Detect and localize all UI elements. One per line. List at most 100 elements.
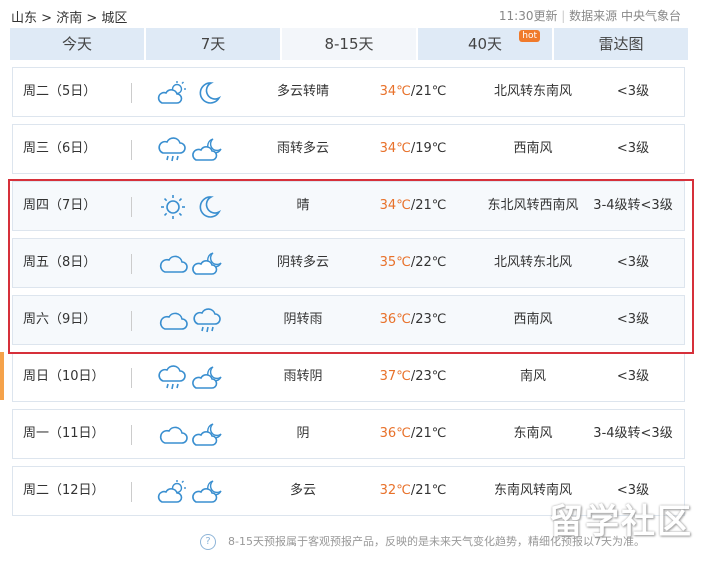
tab-8-15day[interactable]: 8-15天 [282, 28, 416, 60]
forecast-row[interactable]: 周四（7日） 晴 34℃/21℃ 东北风转西南风 3-4级转<3级 [12, 181, 685, 231]
breadcrumb: 山东 > 济南 > 城区 [11, 7, 127, 26]
wind-level: <3级 [616, 255, 650, 270]
forecast-row[interactable]: 周一（11日） 阴 36℃/21℃ 东南风 3-4级转<3级 [12, 409, 685, 459]
forecast-row[interactable]: 周二（5日） 多云转晴 34℃/21℃ 北风转东南风 <3级 [12, 67, 685, 117]
temperature: 34℃/21℃ [363, 182, 463, 230]
weather-desc: 晴 [296, 198, 310, 213]
day-label: 周四（7日） [23, 198, 97, 213]
wind-level: <3级 [616, 141, 650, 156]
tab-label: 今天 [61, 35, 92, 53]
tab-40day[interactable]: 40天 hot [418, 28, 552, 60]
wind-level: 3-4级转<3级 [593, 426, 673, 441]
divider [131, 482, 132, 502]
high-temp: 34℃ [379, 198, 411, 213]
tab-label: 7天 [200, 35, 226, 53]
top-bar: 山东 > 济南 > 城区 11:30更新 | 数据来源 中央气象台 [0, 0, 701, 30]
low-temp: /21℃ [410, 84, 447, 99]
temperature: 32℃/21℃ [363, 467, 463, 515]
weather-desc: 阴转雨 [283, 312, 323, 327]
cloud-icon [158, 422, 188, 448]
day-label: 周二（5日） [23, 84, 97, 99]
divider [131, 83, 132, 103]
day-label: 周二（12日） [23, 483, 105, 498]
sun-icon [158, 194, 188, 220]
day-label: 周三（6日） [23, 141, 97, 156]
question-icon[interactable]: ? [200, 534, 216, 550]
weather-desc: 阴 [296, 426, 310, 441]
forecast-row[interactable]: 周日（10日） 雨转阴 37℃/23℃ 南风 <3级 [12, 352, 685, 402]
day-label: 周五（8日） [23, 255, 97, 270]
low-temp: /21℃ [410, 426, 447, 441]
cloud-moon-icon [192, 422, 223, 448]
tab-radar[interactable]: 雷达图 [554, 28, 688, 60]
weather-desc: 阴转多云 [276, 255, 329, 270]
divider [131, 140, 132, 160]
wind-level: <3级 [616, 84, 650, 99]
cloud-icon [158, 308, 188, 334]
forecast-row[interactable]: 周五（8日） 阴转多云 35℃/22℃ 北风转东北风 <3级 [12, 238, 685, 288]
data-source: 11:30更新 | 数据来源 中央气象台 [499, 7, 681, 24]
partly-cloudy-sun-icon [157, 80, 188, 106]
cloud-moon-icon [192, 479, 223, 505]
update-time: 11:30更新 [498, 9, 558, 23]
high-temp: 36℃ [379, 312, 411, 327]
rain-cloud-icon [158, 137, 188, 163]
tab-today[interactable]: 今天 [10, 28, 144, 60]
tab-label: 40天 [467, 35, 503, 53]
breadcrumb-province[interactable]: 山东 [11, 11, 37, 26]
wind-level: 3-4级转<3级 [593, 198, 673, 213]
divider [131, 425, 132, 445]
weather-desc: 多云转晴 [276, 84, 329, 99]
weather-desc: 雨转阴 [283, 369, 323, 384]
breadcrumb-district: 城区 [101, 11, 128, 26]
high-temp: 35℃ [379, 255, 411, 270]
breadcrumb-sep: > [41, 11, 53, 26]
day-label: 周六（9日） [23, 312, 97, 327]
rain-cloud-icon [193, 308, 223, 334]
cloud-moon-icon [192, 137, 223, 163]
breadcrumb-city[interactable]: 济南 [56, 11, 82, 26]
forecast-tabs: 今天 7天 8-15天 40天 hot 雷达图 [10, 28, 688, 60]
divider [131, 197, 132, 217]
tab-label: 8-15天 [324, 35, 374, 53]
watermark: 留学社区 [549, 502, 693, 542]
wind-level: <3级 [616, 369, 650, 384]
day-label: 周一（11日） [23, 426, 105, 441]
moon-icon [193, 80, 223, 106]
weather-desc: 雨转多云 [276, 141, 329, 156]
high-temp: 36℃ [379, 426, 411, 441]
breadcrumb-sep: > [86, 11, 98, 26]
low-temp: /23℃ [410, 312, 447, 327]
tab-label: 雷达图 [598, 35, 644, 53]
divider [131, 311, 132, 331]
temperature: 37℃/23℃ [363, 353, 463, 401]
low-temp: /21℃ [410, 483, 447, 498]
forecast-row[interactable]: 周六（9日） 阴转雨 36℃/23℃ 西南风 <3级 [12, 295, 685, 345]
weather-desc: 多云 [289, 483, 316, 498]
partly-cloudy-sun-icon [157, 479, 188, 505]
temperature: 34℃/21℃ [363, 68, 463, 116]
low-temp: /19℃ [410, 141, 447, 156]
temperature: 36℃/23℃ [363, 296, 463, 344]
source-label: 数据来源 中央气象台 [569, 9, 681, 23]
rain-cloud-icon [158, 365, 188, 391]
low-temp: /22℃ [410, 255, 447, 270]
low-temp: /23℃ [410, 369, 447, 384]
high-temp: 34℃ [379, 84, 411, 99]
temperature: 34℃/19℃ [363, 125, 463, 173]
temperature: 36℃/21℃ [363, 410, 463, 458]
high-temp: 32℃ [379, 483, 411, 498]
cloud-icon [158, 251, 188, 277]
tab-7day[interactable]: 7天 [146, 28, 280, 60]
forecast-row[interactable]: 周三（6日） 雨转多云 34℃/19℃ 西南风 <3级 [12, 124, 685, 174]
moon-icon [193, 194, 223, 220]
day-label: 周日（10日） [23, 369, 105, 384]
temperature: 35℃/22℃ [363, 239, 463, 287]
hot-badge: hot [519, 30, 540, 42]
wind-level: <3级 [616, 312, 650, 327]
divider [131, 368, 132, 388]
low-temp: /21℃ [410, 198, 447, 213]
source-divider: | [561, 9, 566, 23]
high-temp: 34℃ [379, 141, 411, 156]
side-tab[interactable] [0, 352, 4, 400]
